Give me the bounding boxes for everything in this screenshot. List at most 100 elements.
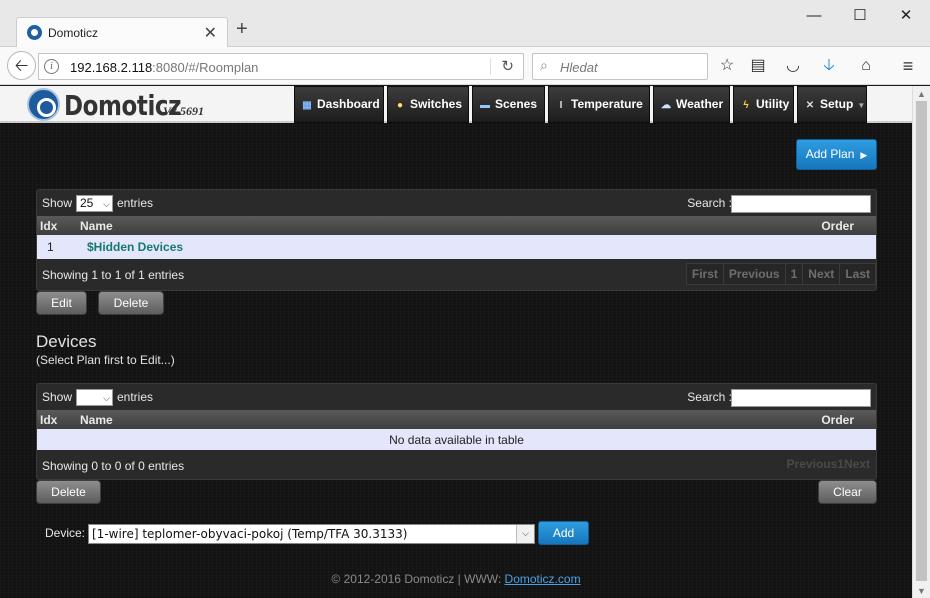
col-name[interactable]: Name xyxy=(80,219,113,233)
page-content: Domoticz V3.5691 ▦ Dashboard ● Switches ▬ S… xyxy=(0,86,912,598)
home-icon[interactable]: ⌂ xyxy=(856,56,876,76)
page-scrollbar[interactable]: ▲ ▼ xyxy=(912,86,930,598)
lightning-icon: ϟ xyxy=(743,100,749,111)
app-header: Domoticz V3.5691 ▦ Dashboard ● Switches ▬ S… xyxy=(0,86,912,123)
devices-search-input[interactable] xyxy=(731,389,871,407)
table-info: Showing 0 to 0 of 0 entries xyxy=(42,459,185,473)
url-separator xyxy=(490,58,491,75)
menu-weather[interactable]: ☁ Weather xyxy=(653,86,730,123)
show-label: Show xyxy=(42,196,73,210)
entries-label: entries xyxy=(117,196,154,210)
chevron-down-icon: ⌵ xyxy=(103,393,110,403)
lightbulb-icon: ● xyxy=(396,100,404,111)
devices-table: Show ⌵ entries Search : Idx Name Order N… xyxy=(36,383,877,480)
table-info: Showing 1 to 1 of 1 entries xyxy=(42,268,185,282)
menu-temperature[interactable]: Ι Temperature xyxy=(548,86,650,123)
menu-switches[interactable]: ● Switches xyxy=(387,86,469,123)
url-text[interactable]: 192.168.2.118:8080/#/Roomplan xyxy=(70,60,258,75)
pager-previous[interactable]: Previous xyxy=(723,264,786,284)
arrow-right-icon: ▶ xyxy=(860,150,868,160)
plans-table-toolbar: Show 25 ⌵ entries Search : xyxy=(37,190,876,216)
empty-message: No data available in table xyxy=(389,433,524,447)
menu-dashboard[interactable]: ▦ Dashboard xyxy=(294,86,384,123)
devices-subheading: (Select Plan first to Edit...) xyxy=(36,353,175,367)
back-arrow-icon[interactable]: 🡠 xyxy=(7,51,36,80)
browser-search-input[interactable]: ⌕ Hledat xyxy=(532,53,708,80)
footer: © 2012-2016 Domoticz | WWW: Domoticz.com xyxy=(0,572,912,586)
col-idx[interactable]: Idx xyxy=(40,219,57,233)
search-label: Search : xyxy=(687,196,732,210)
table-row[interactable]: 1 $Hidden Devices xyxy=(37,235,876,259)
download-arrow-icon[interactable]: 🡣 xyxy=(819,56,839,76)
tab-title: Domoticz xyxy=(48,26,99,40)
plans-pagination: First Previous 1 Next Last xyxy=(685,263,876,285)
add-plan-button[interactable]: Add Plan ▶ xyxy=(796,139,877,170)
pager-previous[interactable]: Previous xyxy=(787,454,838,474)
menu-setup[interactable]: ✕ Setup ▼ xyxy=(797,86,867,123)
plans-search-input[interactable] xyxy=(731,195,871,213)
browser-tab[interactable]: Domoticz ✕ xyxy=(16,17,228,47)
reading-list-icon[interactable]: ▤ xyxy=(748,56,768,76)
pager-last[interactable]: Last xyxy=(840,264,875,284)
devices-pagination: Previous 1 Next xyxy=(787,454,876,476)
version-label: V3.5691 xyxy=(163,104,205,118)
col-order[interactable]: Order xyxy=(821,413,854,427)
scrollbar-thumb[interactable] xyxy=(916,101,927,581)
menu-utility[interactable]: ϟ Utility xyxy=(733,86,794,123)
empty-row: No data available in table xyxy=(37,429,876,450)
pager-page-1[interactable]: 1 xyxy=(837,454,844,474)
new-tab-plus-icon[interactable]: + xyxy=(236,19,248,39)
dashboard-icon: ▦ xyxy=(302,100,312,111)
scenes-icon: ▬ xyxy=(480,100,490,111)
row-name-link[interactable]: $Hidden Devices xyxy=(87,240,183,254)
edit-plan-button[interactable]: Edit xyxy=(36,291,87,315)
info-icon[interactable]: i xyxy=(44,59,59,74)
window-close-icon[interactable]: ✕ xyxy=(896,6,916,26)
col-name[interactable]: Name xyxy=(80,413,113,427)
clear-button[interactable]: Clear xyxy=(818,480,877,504)
plans-table: Show 25 ⌵ entries Search : Idx Name Order… xyxy=(36,189,877,291)
browser-tabbar: Domoticz ✕ + — ☐ ✕ xyxy=(0,0,930,47)
plans-page-size-select[interactable]: 25 ⌵ xyxy=(76,195,113,212)
devices-page-size-select[interactable]: ⌵ xyxy=(76,389,113,406)
add-device-button[interactable]: Add xyxy=(538,521,589,545)
plans-table-header: Idx Name Order xyxy=(37,216,876,235)
entries-label: entries xyxy=(117,390,154,404)
bookmark-star-icon[interactable]: ☆ xyxy=(717,56,737,76)
devices-table-header: Idx Name Order xyxy=(37,410,876,429)
devices-table-toolbar: Show ⌵ entries Search : xyxy=(37,384,876,410)
pager-next[interactable]: Next xyxy=(803,264,841,284)
scroll-down-arrow-icon[interactable]: ▼ xyxy=(917,586,926,596)
close-icon[interactable]: ✕ xyxy=(204,23,217,43)
row-idx: 1 xyxy=(47,240,54,254)
pager-first[interactable]: First xyxy=(686,264,724,284)
col-idx[interactable]: Idx xyxy=(40,413,57,427)
device-select[interactable]: [1-wire] teplomer-obyvaci-pokoj (Temp/TF… xyxy=(88,524,535,544)
device-label: Device: xyxy=(45,526,86,540)
maximize-icon[interactable]: ☐ xyxy=(850,6,870,26)
delete-plan-button[interactable]: Delete xyxy=(98,291,164,315)
browser-navbar: 🡠 i 192.168.2.118:8080/#/Roomplan ↻ ⌕ Hl… xyxy=(0,47,930,85)
thermometer-icon: Ι xyxy=(559,100,563,111)
pager-next[interactable]: Next xyxy=(844,454,876,474)
address-bar[interactable]: i 192.168.2.118:8080/#/Roomplan ↻ xyxy=(38,53,524,80)
search-label: Search : xyxy=(687,390,732,404)
hamburger-menu-icon[interactable]: ≡ xyxy=(898,56,918,76)
delete-device-button[interactable]: Delete xyxy=(36,480,101,504)
devices-heading: Devices xyxy=(36,332,97,351)
search-icon: ⌕ xyxy=(540,57,548,73)
col-order[interactable]: Order xyxy=(821,219,854,233)
weather-cloud-icon: ☁ xyxy=(661,100,671,111)
scroll-up-arrow-icon[interactable]: ▲ xyxy=(917,89,926,99)
chevron-down-icon: ⌵ xyxy=(516,525,534,543)
minimize-icon[interactable]: — xyxy=(804,6,824,26)
menu-scenes[interactable]: ▬ Scenes xyxy=(472,86,545,123)
show-label: Show xyxy=(42,390,73,404)
tools-icon: ✕ xyxy=(805,100,815,111)
pager-page-1[interactable]: 1 xyxy=(785,264,804,284)
domoticz-logo-icon xyxy=(27,88,60,121)
footer-link[interactable]: Domoticz.com xyxy=(505,572,581,586)
chevron-down-icon: ⌵ xyxy=(103,199,110,209)
reload-icon[interactable]: ↻ xyxy=(501,57,514,75)
pocket-icon[interactable]: ◡ xyxy=(783,56,803,76)
